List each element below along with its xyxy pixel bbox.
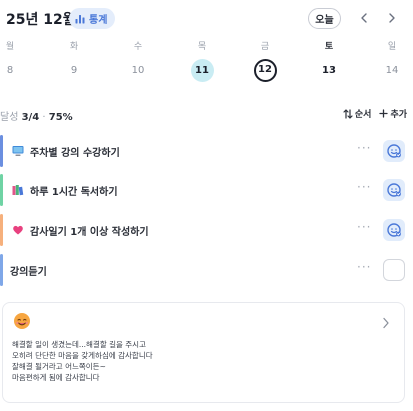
more-options-button[interactable]: ···	[357, 220, 371, 234]
todo-checkbox-done[interactable]	[383, 140, 405, 162]
diary-line: 해결할 일이 생겼는데...해결할 길을 주시고	[12, 340, 146, 349]
todo-item[interactable]: 하루 1시간 독서하기 ···	[0, 173, 413, 207]
achievement-count: 3/4	[21, 112, 40, 123]
diary-line: 마음편하게 됨에 감사합니다	[12, 373, 100, 382]
today-button[interactable]: 오늘	[308, 8, 341, 29]
week-strip: 월 8 화 9 수 10 목 11 금 12 토 13 일 14	[0, 40, 413, 84]
todo-checkbox-done[interactable]	[383, 219, 405, 241]
add-button[interactable]: 추가	[379, 107, 407, 120]
day-number: 9	[70, 65, 78, 76]
diary-line: 잘해결 될거라고 어느쪽이든~	[12, 362, 106, 371]
gratitude-diary-card[interactable]: 해결할 일이 생겼는데...해결할 길을 주시고 오히려 단단한 마음을 갖게하…	[2, 302, 405, 403]
check-smile-icon	[387, 144, 401, 158]
add-label: 추가	[390, 110, 407, 120]
todo-title: 주차별 강의 수강하기	[30, 148, 120, 159]
todo-checkbox-done[interactable]	[383, 179, 405, 201]
achievement-summary: 달성 3/4 · 75%	[0, 108, 73, 123]
category-color-bar	[0, 174, 3, 206]
category-color-bar	[0, 254, 3, 286]
todo-checkbox[interactable]	[383, 259, 405, 281]
sort-button[interactable]: 순서	[343, 107, 372, 120]
sort-icon	[343, 108, 353, 119]
plus-icon	[379, 109, 389, 118]
list-tools: 순서 추가	[343, 107, 407, 120]
weekday-label: 토	[324, 42, 334, 52]
more-options-button[interactable]: ···	[357, 260, 371, 274]
stats-label: 통계	[89, 15, 108, 26]
todo-title: 하루 1시간 독서하기	[30, 187, 118, 198]
prev-week-button[interactable]	[357, 11, 371, 25]
more-options-button[interactable]: ···	[357, 141, 371, 155]
day-number-completed: 11	[190, 59, 214, 82]
day-sat[interactable]: 토 13	[314, 40, 344, 82]
achievement-percent: 75%	[48, 112, 73, 123]
heart-icon	[13, 225, 23, 235]
sort-label: 순서	[354, 110, 372, 120]
weekday-label: 수	[133, 42, 143, 52]
achievement-separator: ·	[42, 112, 46, 123]
day-tue[interactable]: 화 9	[59, 40, 89, 82]
day-fri[interactable]: 금 12	[250, 40, 280, 82]
diary-line: 오히려 단단한 마음을 갖게하심에 감사합니다	[12, 351, 153, 360]
todo-title: 감사일기 1개 이상 작성하기	[30, 227, 149, 238]
day-number: 10	[131, 65, 145, 76]
stats-button[interactable]: 통계	[69, 8, 116, 29]
chevron-left-icon	[361, 13, 367, 23]
weekday-label: 화	[69, 42, 79, 52]
day-number: 13	[322, 65, 336, 76]
day-mon[interactable]: 월 8	[0, 40, 25, 82]
check-smile-icon	[387, 223, 401, 237]
weekday-label: 월	[5, 42, 15, 52]
day-wed[interactable]: 수 10	[123, 40, 153, 82]
check-smile-icon	[387, 183, 401, 197]
day-number: 8	[6, 65, 14, 76]
next-week-button[interactable]	[385, 11, 399, 25]
weekday-label: 일	[387, 42, 397, 52]
calendar-header: 25년 12월 통계 오늘	[0, 8, 413, 30]
monitor-icon	[12, 146, 24, 156]
day-number-selected: 12	[253, 59, 277, 82]
month-title: 25년 12월	[6, 12, 76, 28]
category-color-bar	[0, 214, 3, 246]
category-color-bar	[0, 135, 3, 167]
chevron-right-icon	[383, 317, 389, 329]
achievement-prefix: 달성	[0, 112, 19, 123]
smiling-face-icon	[14, 313, 30, 329]
weekday-label: 목	[197, 42, 207, 52]
day-thu[interactable]: 목 11	[187, 40, 217, 82]
books-icon	[12, 185, 24, 196]
day-number: 14	[385, 65, 399, 76]
bar-chart-icon	[75, 14, 85, 23]
todo-title: 강의듣기	[10, 267, 47, 278]
weekday-label: 금	[260, 42, 270, 52]
day-sun[interactable]: 일 14	[377, 40, 407, 82]
diary-text: 해결할 일이 생겼는데...해결할 길을 주시고 오히려 단단한 마음을 갖게하…	[12, 339, 153, 383]
more-options-button[interactable]: ···	[357, 180, 371, 194]
todo-item[interactable]: 주차별 강의 수강하기 ···	[0, 134, 413, 168]
todo-item[interactable]: 강의듣기 ···	[0, 253, 413, 287]
chevron-right-icon	[389, 13, 395, 23]
todo-item[interactable]: 감사일기 1개 이상 작성하기 ···	[0, 213, 413, 247]
